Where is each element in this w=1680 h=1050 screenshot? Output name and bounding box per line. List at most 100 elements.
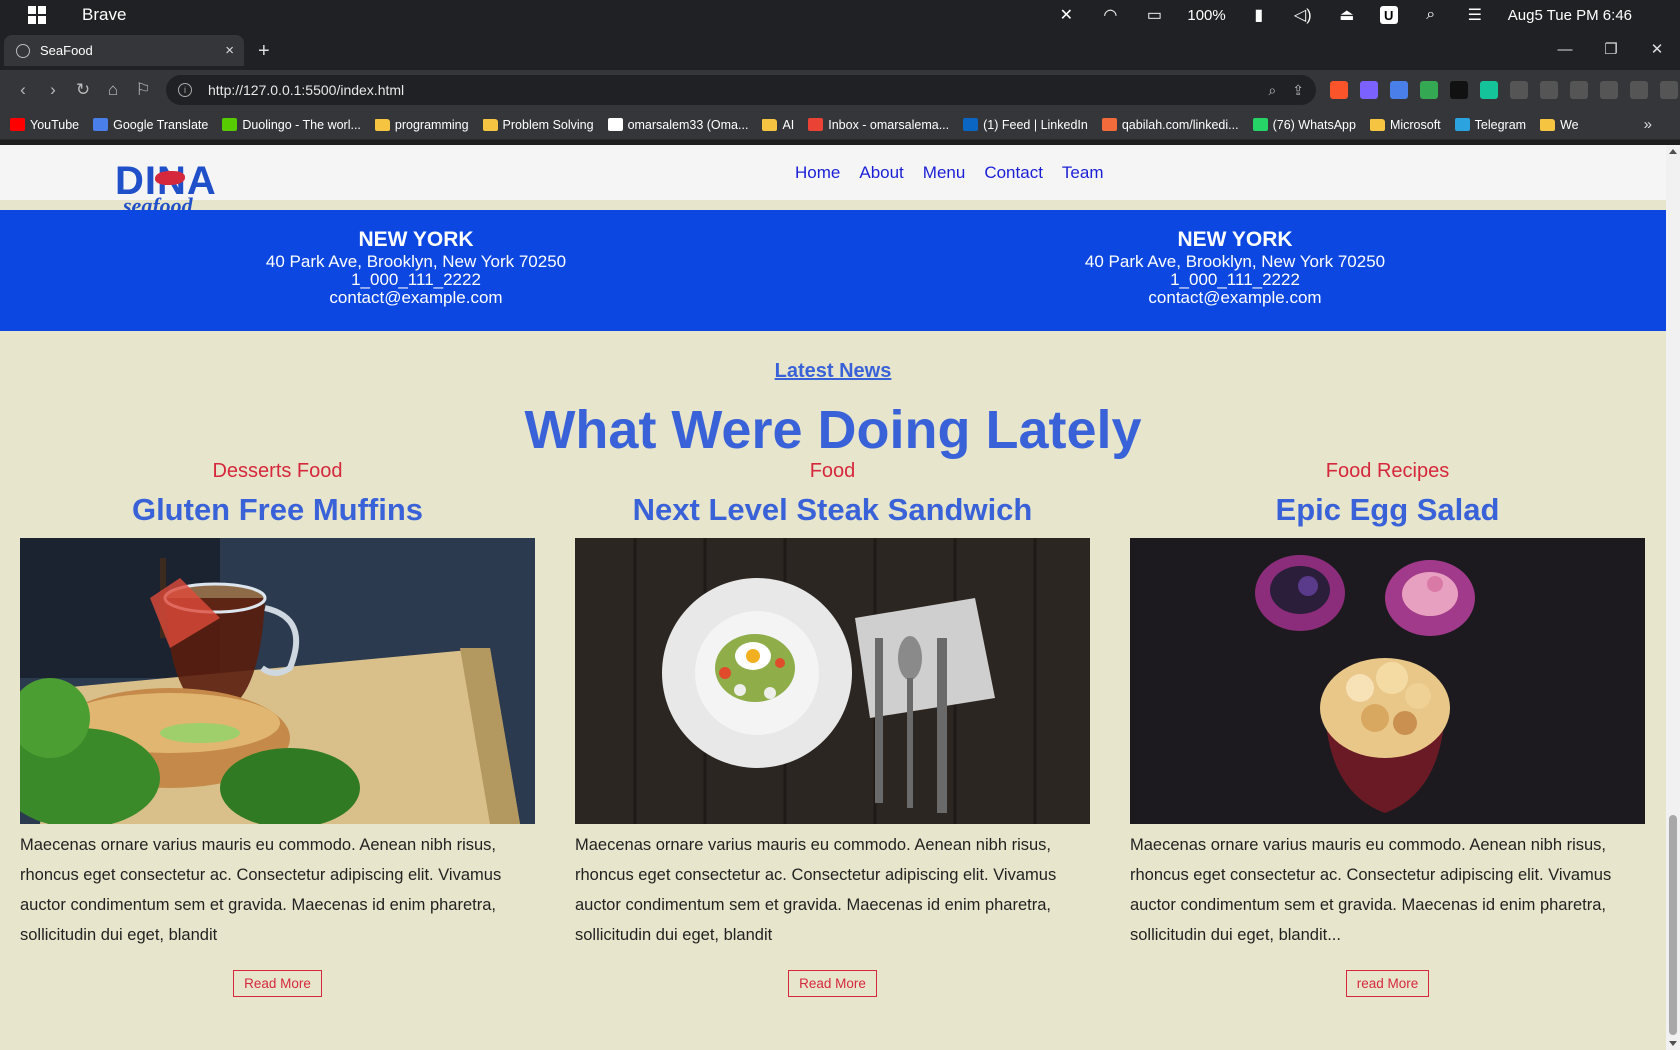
windows-start-icon[interactable] [28, 6, 46, 24]
scroll-up-icon[interactable] [1669, 149, 1677, 154]
shield-extension-icon[interactable] [1420, 81, 1438, 99]
tab-strip: SeaFood × + [0, 30, 1680, 70]
bookmark-label: We [1560, 117, 1579, 132]
bookmark-item[interactable]: programming [374, 117, 469, 132]
scroll-down-icon[interactable] [1669, 1041, 1677, 1046]
control-center-icon[interactable]: ☰ [1464, 6, 1486, 24]
bookmark-item[interactable]: Problem Solving [482, 117, 594, 132]
search-icon[interactable]: ⌕ [1420, 6, 1442, 24]
brave-rewards-icon[interactable] [1360, 81, 1378, 99]
bookmark-item[interactable]: AI [762, 118, 794, 132]
folder-icon [762, 118, 778, 131]
read-more-button[interactable]: Read More [233, 970, 322, 997]
zoom-icon[interactable]: ⌕ [1268, 82, 1276, 99]
display-icon[interactable]: ▭ [1143, 6, 1165, 24]
nav-contact[interactable]: Contact [984, 163, 1043, 183]
site-logo[interactable]: DINA seafood [115, 161, 225, 218]
card-category: Desserts Food [212, 460, 343, 482]
plate-cutlery-image [575, 538, 1090, 824]
contact-email: contact@example.com [329, 288, 503, 307]
home-icon[interactable]: ⌂ [98, 80, 128, 100]
extensions-puzzle-icon[interactable] [1510, 81, 1528, 99]
latest-news-link[interactable]: Latest News [0, 360, 1666, 383]
bookmark-label: Problem Solving [502, 117, 594, 132]
read-more-button[interactable]: Read More [788, 970, 877, 997]
brave-shields-icon[interactable] [1330, 81, 1348, 99]
card-category: Food Recipes [1325, 460, 1450, 482]
bookmark-item[interactable]: Telegram [1454, 117, 1527, 132]
tab-search-icon[interactable] [1540, 81, 1558, 99]
favicon-icon [1252, 118, 1268, 131]
site-header: DINA seafood Home About Menu Contact Tea… [0, 145, 1666, 218]
bookmark-label: programming [394, 117, 469, 132]
read-more-button[interactable]: read More [1345, 970, 1430, 997]
reload-icon[interactable]: ↻ [68, 80, 98, 100]
news-card: Food Next Level Steak Sandwich Maecenas … [575, 458, 1090, 997]
bookmark-item[interactable]: omarsalem33 (Oma... [607, 118, 748, 132]
nav-team[interactable]: Team [1062, 163, 1104, 183]
card-title[interactable]: Gluten Free Muffins [20, 492, 535, 528]
scrollbar-thumb[interactable] [1669, 815, 1677, 1035]
nav-home[interactable]: Home [795, 163, 840, 183]
battery-icon[interactable]: ▮ [1248, 6, 1270, 24]
tab-seafood[interactable]: SeaFood × [4, 35, 244, 66]
lighthouse-extension-icon[interactable] [1450, 81, 1468, 99]
forward-icon[interactable]: › [38, 80, 68, 100]
bookmark-item[interactable]: qabilah.com/linkedi... [1101, 118, 1239, 132]
os-taskbar: Brave ✕ ◠ ▭ 100% ▮ ◁) ⏏ U ⌕ ☰ Aug5 Tue P… [0, 0, 1680, 30]
bookmark-item[interactable]: We [1540, 118, 1579, 132]
site-info-icon[interactable]: i [178, 83, 192, 97]
vpn-icon[interactable] [1660, 81, 1678, 99]
eject-icon[interactable]: ⏏ [1336, 6, 1358, 24]
bookmark-item[interactable]: Google Translate [93, 118, 208, 132]
card-title[interactable]: Epic Egg Salad [1130, 492, 1645, 528]
contact-band: NEW YORK 40 Park Ave, Brooklyn, New York… [0, 210, 1666, 331]
u-app-icon[interactable]: U [1379, 6, 1398, 24]
bookmark-icon[interactable]: ⚐ [128, 80, 158, 100]
contact-phone: 1_000_111_2222 [351, 270, 481, 289]
lobster-icon [155, 171, 185, 185]
wifi-icon[interactable]: ◠ [1099, 6, 1121, 24]
minimize-icon[interactable]: — [1542, 30, 1588, 70]
nav-about[interactable]: About [859, 163, 903, 183]
wallet-icon[interactable] [1600, 81, 1618, 99]
grammarly-extension-icon[interactable] [1480, 81, 1498, 99]
restore-icon[interactable]: ❐ [1588, 30, 1634, 70]
bookmark-item[interactable]: YouTube [10, 118, 79, 132]
folder-icon [1369, 118, 1385, 131]
contact-city: NEW YORK [1177, 228, 1293, 251]
bookmark-label: Telegram [1474, 117, 1527, 132]
mic-muted-icon[interactable]: ✕ [1055, 6, 1077, 24]
volume-icon[interactable]: ◁) [1292, 6, 1314, 24]
sidebar-icon[interactable] [1570, 81, 1588, 99]
back-icon[interactable]: ‹ [8, 80, 38, 100]
contact-phone: 1_000_111_2222 [1170, 270, 1300, 289]
bookmark-item[interactable]: (1) Feed | LinkedIn [963, 118, 1088, 132]
battery-percent: 100% [1187, 6, 1226, 24]
url-text[interactable]: http://127.0.0.1:5500/index.html [208, 82, 404, 98]
contact-block: NEW YORK 40 Park Ave, Brooklyn, New York… [166, 227, 666, 307]
favicon-icon [1101, 118, 1117, 131]
favicon-icon [222, 118, 238, 131]
bookmark-item[interactable]: Microsoft [1369, 118, 1441, 132]
leo-ai-icon[interactable] [1630, 81, 1648, 99]
share-icon[interactable]: ⇪ [1292, 82, 1304, 99]
bookmark-item[interactable]: (76) WhatsApp [1252, 118, 1356, 132]
bookmark-label: (1) Feed | LinkedIn [983, 117, 1088, 132]
bookmark-label: Duolingo - The worl... [242, 117, 361, 132]
card-title[interactable]: Next Level Steak Sandwich [575, 492, 1090, 528]
more-bookmarks-icon[interactable]: » [1644, 116, 1652, 133]
nav-menu[interactable]: Menu [923, 163, 966, 183]
extensions-row [1330, 70, 1680, 110]
page-scrollbar[interactable] [1666, 145, 1680, 1050]
bookmark-item[interactable]: Inbox - omarsalema... [808, 118, 949, 132]
close-tab-icon[interactable]: × [225, 42, 234, 59]
new-tab-button[interactable]: + [258, 40, 270, 63]
bookmarks-bar: YouTube Google Translate Duolingo - The wo… [0, 110, 1680, 140]
card-description: Maecenas ornare varius mauris eu commodo… [575, 836, 1057, 944]
address-bar[interactable]: i http://127.0.0.1:5500/index.html ⌕ ⇪ [166, 75, 1316, 105]
bookmark-item[interactable]: Duolingo - The worl... [222, 118, 361, 132]
translate-extension-icon[interactable] [1390, 81, 1408, 99]
folder-icon [374, 118, 390, 131]
close-window-icon[interactable]: ✕ [1634, 30, 1680, 70]
